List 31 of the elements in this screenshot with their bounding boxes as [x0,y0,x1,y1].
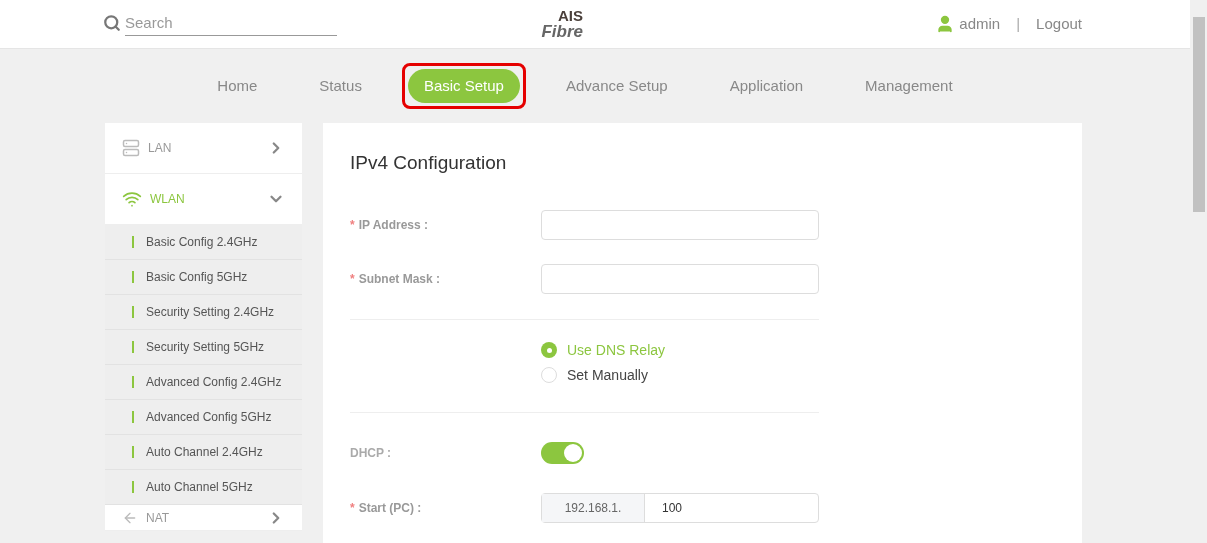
username: admin [959,13,1001,34]
required-marker: * [350,216,355,234]
search-field[interactable]: Search [125,12,337,36]
input-field[interactable]: 192.168.1. 100 [541,492,819,523]
wifi-icon [122,189,142,209]
input-field[interactable] [541,263,819,294]
scrollbar[interactable] [1190,0,1207,543]
field-label: DHCP : [350,444,393,462]
required-marker: * [350,499,355,517]
field-label: Subnet Mask : [358,270,441,288]
nav-tab[interactable]: Application [713,68,820,104]
required-marker: * [350,270,355,288]
toggle-switch[interactable] [541,441,584,464]
nav-tab[interactable]: Basic Setup [407,68,520,104]
radio-option[interactable]: Set Manually [541,364,819,386]
form-title: IPv4 Configuration [350,151,508,175]
nav-tab[interactable]: Home [201,68,274,104]
separator: | [1016,13,1021,34]
nav-tab[interactable]: Status [303,68,378,104]
input-field[interactable] [541,209,819,240]
sidebar-item[interactable]: WLAN [105,174,302,225]
sidebar-item[interactable]: LAN [105,123,302,174]
logo: AIS Fibre [541,8,583,40]
search-icon [103,13,121,32]
field-label: IP Address : [358,216,429,234]
sidebar-item[interactable]: NAT [105,505,302,531]
radio-option[interactable]: Use DNS Relay [541,339,819,361]
nav-tab[interactable]: Management [849,68,969,104]
nav-tab[interactable]: Advance Setup [549,68,684,104]
logout-link[interactable]: Logout [1036,12,1082,36]
field-label: Start (PC) : [358,499,422,517]
